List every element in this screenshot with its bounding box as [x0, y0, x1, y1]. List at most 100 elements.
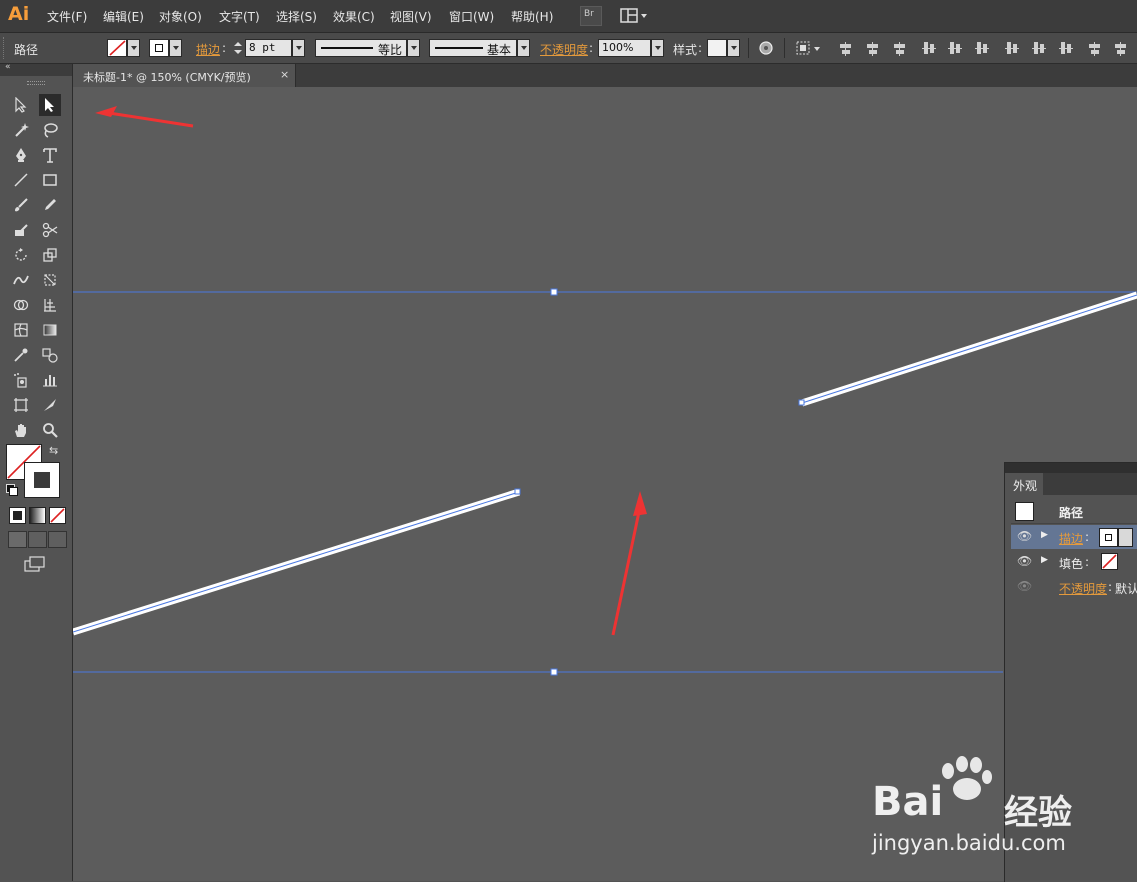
fill-swatch[interactable] — [107, 39, 127, 57]
visibility-eye-icon[interactable]: 👁 — [1017, 529, 1032, 543]
appearance-tab[interactable]: 外观 — [1005, 473, 1044, 495]
blend-tool[interactable] — [39, 344, 61, 366]
default-colors-icon[interactable] — [6, 484, 18, 496]
panel-title-bar[interactable] — [1005, 463, 1137, 473]
menu-item[interactable]: 窗口(W) — [449, 8, 494, 25]
align-left-button[interactable] — [839, 42, 853, 56]
opacity-input[interactable]: 100% — [598, 39, 651, 57]
magic-wand-tool[interactable] — [10, 119, 32, 141]
fill-swatch[interactable] — [1101, 553, 1118, 570]
distribute-left-button[interactable] — [1088, 42, 1102, 56]
stroke-weight-dropdown[interactable] — [292, 39, 305, 57]
mesh-tool[interactable] — [10, 319, 32, 341]
expand-triangle-icon[interactable]: ▶ — [1041, 530, 1048, 540]
selection-tool[interactable] — [10, 94, 32, 116]
menu-item[interactable]: 文字(T) — [219, 8, 260, 25]
paintbrush-tool[interactable] — [10, 194, 32, 216]
shape-builder-tool[interactable] — [10, 294, 32, 316]
rotate-tool[interactable] — [10, 244, 32, 266]
anchor-point-left[interactable] — [514, 488, 521, 495]
expand-triangle-icon[interactable]: ▶ — [1041, 555, 1048, 565]
color-mode-button[interactable] — [9, 507, 26, 524]
stroke-weight-input[interactable]: 8 pt — [245, 39, 292, 57]
menu-item[interactable]: 帮助(H) — [511, 8, 553, 25]
zoom-tool[interactable] — [39, 419, 61, 441]
perspective-grid-tool[interactable] — [39, 294, 61, 316]
align-to-selection-button[interactable] — [795, 40, 823, 56]
fill-dropdown[interactable] — [127, 39, 140, 57]
variable-width-profile[interactable]: 等比 — [315, 39, 407, 57]
none-mode-button[interactable] — [49, 507, 66, 524]
profile-dropdown[interactable] — [407, 39, 420, 57]
type-tool[interactable] — [39, 144, 61, 166]
arrange-documents-button[interactable] — [618, 6, 650, 26]
visibility-eye-icon[interactable]: 👁 — [1017, 579, 1032, 593]
tools-panel-header[interactable]: « — [0, 62, 72, 76]
draw-inside-button[interactable] — [48, 531, 67, 548]
appearance-opacity-row[interactable]: 👁 不透明度 : 默认 — [1011, 575, 1137, 599]
align-top-button[interactable] — [922, 42, 936, 54]
scale-tool[interactable] — [39, 244, 61, 266]
menu-item[interactable]: 文件(F) — [47, 8, 87, 25]
menu-item[interactable]: 效果(C) — [333, 8, 375, 25]
graphic-style-swatch[interactable] — [707, 39, 727, 57]
bounding-box-handle-top[interactable] — [550, 288, 558, 296]
screen-mode-button[interactable] — [24, 556, 46, 572]
pencil-tool[interactable] — [39, 194, 61, 216]
stroke-color-box[interactable] — [24, 462, 60, 498]
app-logo[interactable]: Ai — [8, 3, 29, 25]
free-transform-tool[interactable] — [39, 269, 61, 291]
direct-selection-tool[interactable] — [39, 94, 61, 116]
brush-dropdown[interactable] — [517, 39, 530, 57]
align-right-button[interactable] — [893, 42, 907, 56]
align-vertical-center-button[interactable] — [948, 42, 962, 54]
bridge-button[interactable]: Br — [580, 6, 602, 26]
line-segment-tool[interactable] — [10, 169, 32, 191]
document-tab[interactable]: 未标题-1* @ 150% (CMYK/预览) × — [73, 64, 296, 87]
menu-item[interactable]: 选择(S) — [276, 8, 317, 25]
menu-item[interactable]: 编辑(E) — [103, 8, 144, 25]
align-horizontal-center-button[interactable] — [866, 42, 880, 56]
stroke-swatch[interactable] — [149, 39, 169, 57]
stroke-weight-stepper[interactable] — [231, 39, 245, 57]
bounding-box-handle-bottom[interactable] — [550, 668, 558, 676]
distribute-vertical-center-button[interactable] — [1032, 42, 1046, 54]
menu-item[interactable]: 对象(O) — [159, 8, 202, 25]
distribute-top-button[interactable] — [1005, 42, 1019, 54]
draw-normal-button[interactable] — [8, 531, 27, 548]
pen-tool[interactable] — [10, 144, 32, 166]
stroke-label[interactable]: 描边 — [196, 41, 220, 58]
gradient-mode-button[interactable] — [29, 507, 46, 524]
gradient-tool[interactable] — [39, 319, 61, 341]
swap-fill-stroke-icon[interactable]: ⇆ — [49, 444, 58, 457]
scissors-tool[interactable] — [39, 219, 61, 241]
distribute-bottom-button[interactable] — [1059, 42, 1073, 54]
stroke-color-dropdown[interactable] — [1118, 528, 1133, 547]
slice-tool[interactable] — [39, 394, 61, 416]
brush-definition[interactable]: 基本 — [429, 39, 517, 57]
width-tool[interactable] — [10, 269, 32, 291]
blob-brush-tool[interactable] — [10, 219, 32, 241]
symbol-sprayer-tool[interactable] — [10, 369, 32, 391]
style-dropdown[interactable] — [727, 39, 740, 57]
visibility-eye-icon[interactable]: 👁 — [1017, 554, 1032, 568]
draw-behind-button[interactable] — [28, 531, 47, 548]
appearance-stroke-row[interactable]: 👁 ▶ 描边 : — [1011, 525, 1137, 549]
appearance-object-row[interactable]: 路径 — [1011, 499, 1137, 523]
eyedropper-tool[interactable] — [10, 344, 32, 366]
close-icon[interactable]: × — [280, 68, 289, 81]
rectangle-tool[interactable] — [39, 169, 61, 191]
menu-item[interactable]: 视图(V) — [390, 8, 432, 25]
distribute-horizontal-center-button[interactable] — [1114, 42, 1128, 56]
recolor-artwork-button[interactable] — [758, 40, 774, 56]
hand-tool[interactable] — [10, 419, 32, 441]
appearance-fill-row[interactable]: 👁 ▶ 填色 : — [1011, 550, 1137, 574]
stroke-dropdown[interactable] — [169, 39, 182, 57]
stroke-swatch[interactable] — [1099, 528, 1118, 547]
anchor-point-right[interactable] — [798, 399, 805, 406]
opacity-label[interactable]: 不透明度 — [540, 41, 588, 58]
opacity-dropdown[interactable] — [651, 39, 664, 57]
column-graph-tool[interactable] — [39, 369, 61, 391]
artboard-tool[interactable] — [10, 394, 32, 416]
align-bottom-button[interactable] — [975, 42, 989, 54]
